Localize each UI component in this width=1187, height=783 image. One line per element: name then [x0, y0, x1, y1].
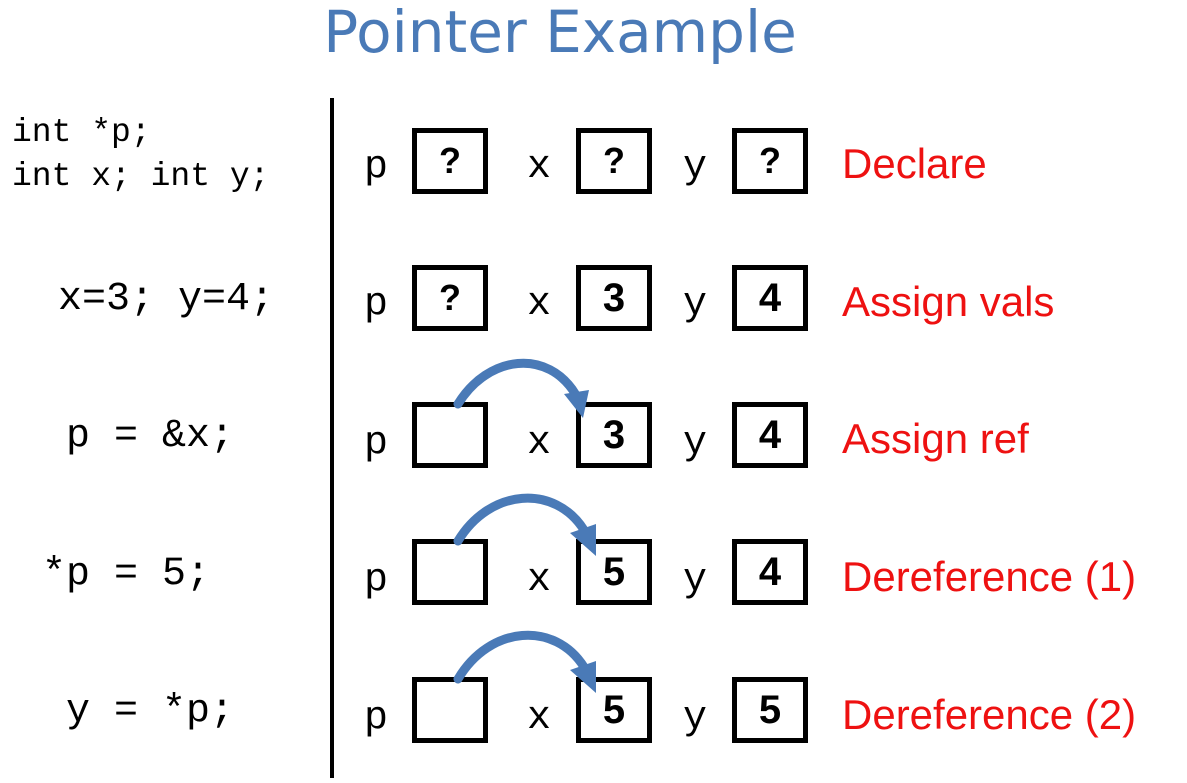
pointer-arrow-assign-ref — [453, 358, 589, 418]
pointer-arrows — [453, 358, 596, 693]
pointer-arrow-dereference-1 — [453, 493, 596, 556]
pointer-arrow-dereference-2 — [453, 630, 596, 693]
